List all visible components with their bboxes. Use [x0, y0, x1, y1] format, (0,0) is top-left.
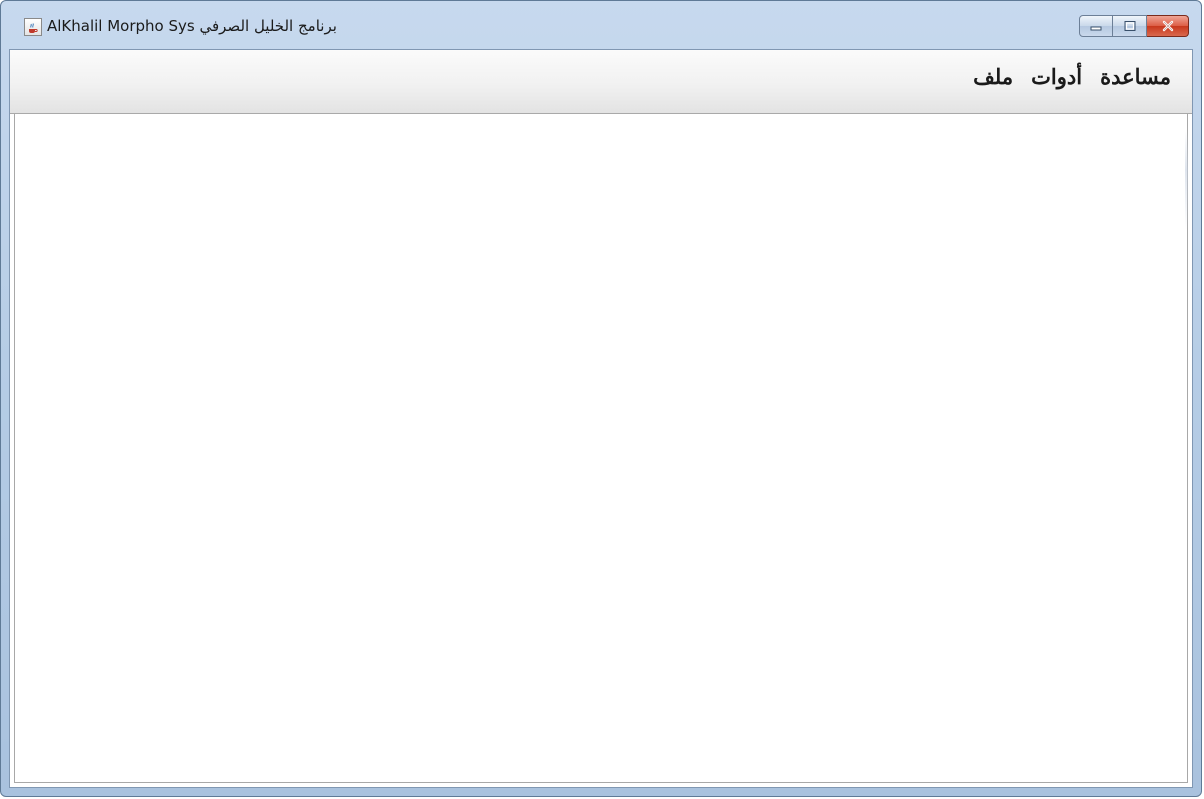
window-controls	[1079, 15, 1189, 37]
minimize-icon	[1090, 26, 1102, 31]
title-bar[interactable]: برنامج الخليل الصرفي AlKhalil Morpho Sys	[1, 1, 1201, 49]
close-button[interactable]	[1147, 15, 1189, 37]
content-panel[interactable]	[14, 114, 1188, 783]
client-area: ملف أدوات مساعدة	[9, 49, 1193, 788]
window-title: برنامج الخليل الصرفي AlKhalil Morpho Sys	[47, 17, 337, 35]
maximize-button[interactable]	[1113, 15, 1147, 37]
maximize-icon	[1124, 21, 1135, 31]
menu-file[interactable]: ملف	[972, 64, 1014, 89]
java-coffee-cup-icon[interactable]	[24, 18, 42, 36]
java-coffee-cup-icon-graphic	[29, 23, 38, 33]
menu-bar: ملف أدوات مساعدة	[10, 50, 1192, 114]
application-window: برنامج الخليل الصرفي AlKhalil Morpho Sys	[0, 0, 1202, 797]
menu-help[interactable]: مساعدة	[1099, 64, 1172, 89]
resize-edge-highlight	[1185, 130, 1188, 230]
close-icon	[1162, 20, 1173, 32]
menu-tools[interactable]: أدوات	[1030, 64, 1083, 89]
menu-list: ملف أدوات مساعدة	[972, 64, 1172, 89]
minimize-button[interactable]	[1079, 15, 1113, 37]
